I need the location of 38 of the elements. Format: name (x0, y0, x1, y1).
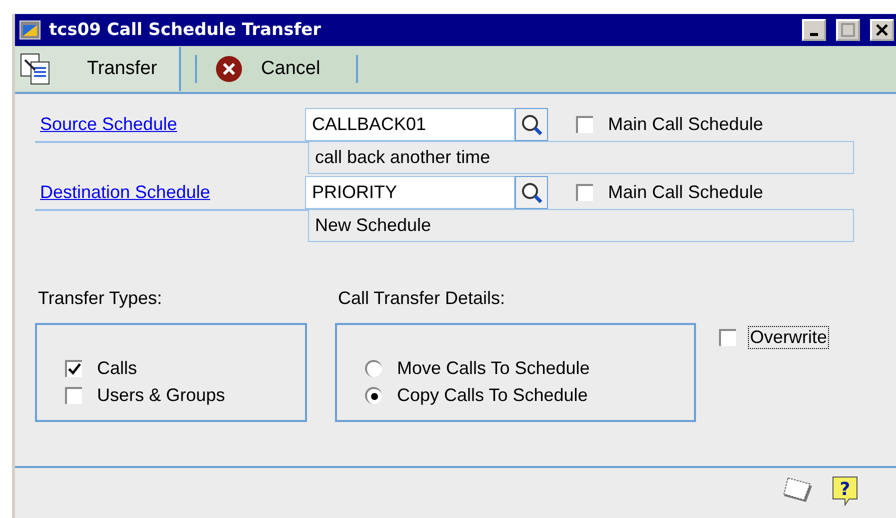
maximize-icon (841, 23, 855, 37)
checkbox-label: Users & Groups (97, 384, 226, 406)
group-label: Call Transfer Details: (337, 288, 506, 309)
cancel-button[interactable]: Cancel (211, 47, 342, 91)
schedule-link[interactable]: Source Schedule (40, 114, 178, 135)
search-icon (520, 180, 544, 204)
checkbox[interactable] (65, 386, 82, 404)
close-icon (876, 24, 888, 36)
radio-button[interactable] (365, 386, 382, 404)
minimize-icon (810, 32, 818, 36)
cancel-icon (215, 55, 244, 83)
checkbox[interactable] (576, 116, 593, 133)
description-field: New Schedule (308, 209, 854, 242)
checkbox-label: Main Call Schedule (608, 182, 764, 203)
checkbox[interactable] (719, 329, 736, 346)
checkbox[interactable] (576, 184, 593, 201)
close-button[interactable] (870, 19, 894, 41)
window-icon (19, 20, 41, 40)
search-icon (520, 112, 544, 136)
radio-label: Move Calls To Schedule (397, 358, 590, 378)
radio-button[interactable] (365, 360, 382, 376)
description-field: call back another time (308, 141, 854, 174)
schedule-field[interactable]: PRIORITY (305, 176, 515, 209)
lookup-button[interactable] (515, 176, 548, 209)
window-title: tcs09 Call Schedule Transfer (49, 20, 322, 40)
transfer-button[interactable]: Transfer (15, 47, 182, 91)
minimize-button[interactable] (802, 19, 826, 41)
help-icon[interactable]: ? (832, 476, 858, 506)
group-label: Transfer Types: (37, 288, 164, 309)
maximize-button[interactable] (836, 19, 860, 41)
checkbox-label: Overwrite (748, 326, 830, 349)
checkbox-label: Main Call Schedule (608, 114, 764, 135)
radio-label: Copy Calls To Schedule (397, 384, 588, 406)
checkbox-label: Calls (97, 358, 138, 378)
schedule-field[interactable]: CALLBACK01 (305, 108, 515, 141)
schedule-link[interactable]: Destination Schedule (40, 182, 210, 203)
checkbox[interactable] (65, 360, 82, 376)
lookup-button[interactable] (515, 108, 548, 141)
